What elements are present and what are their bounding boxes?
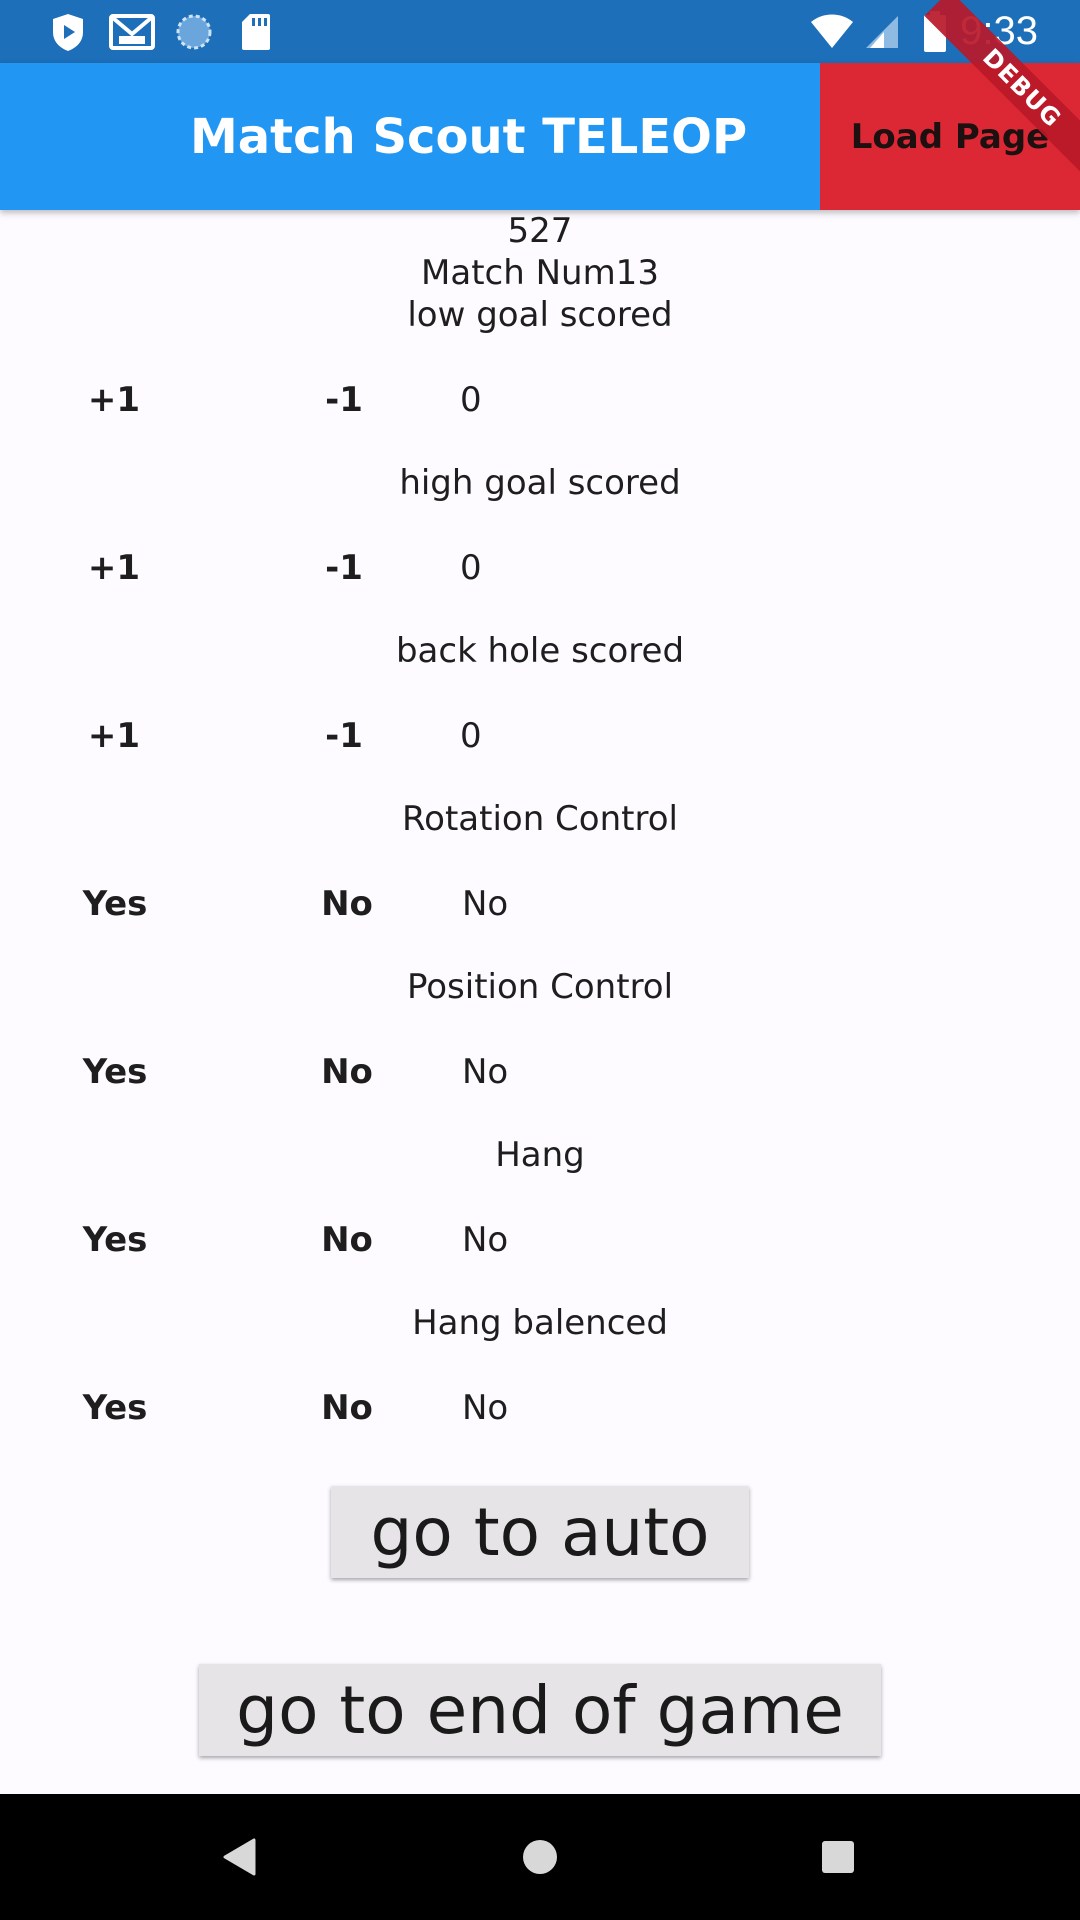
go-to-end-of-game-label: go to end of game bbox=[236, 1671, 844, 1749]
low-goal-value: 0 bbox=[460, 380, 482, 420]
recents-icon[interactable] bbox=[778, 1794, 898, 1920]
hang-no-button[interactable]: No bbox=[312, 1210, 382, 1270]
wifi-icon bbox=[808, 0, 856, 63]
navigation-bar bbox=[0, 1794, 1080, 1920]
hang-balanced-no-button[interactable]: No bbox=[312, 1378, 382, 1438]
counter-row-back-hole: +1 -1 0 bbox=[0, 706, 1080, 766]
high-goal-plus-button[interactable]: +1 bbox=[78, 538, 150, 598]
toggle-label-hang-balanced: Hang balenced bbox=[412, 1303, 668, 1343]
toggle-row-rotation-control: Yes No No bbox=[0, 874, 1080, 934]
counter-label-high-goal: high goal scored bbox=[399, 463, 681, 503]
go-to-auto-label: go to auto bbox=[370, 1493, 710, 1571]
team-number: 527 bbox=[507, 211, 573, 251]
toggle-row-hang-balanced: Yes No No bbox=[0, 1378, 1080, 1438]
back-hole-plus-button[interactable]: +1 bbox=[78, 706, 150, 766]
counter-row-low-goal: +1 -1 0 bbox=[0, 370, 1080, 430]
hang-yes-button[interactable]: Yes bbox=[72, 1210, 158, 1270]
high-goal-minus-button[interactable]: -1 bbox=[308, 538, 380, 598]
hang-value: No bbox=[462, 1220, 509, 1260]
hang-balanced-value: No bbox=[462, 1388, 509, 1428]
position-control-yes-button[interactable]: Yes bbox=[72, 1042, 158, 1102]
low-goal-minus-button[interactable]: -1 bbox=[308, 370, 380, 430]
gmail-icon bbox=[108, 0, 156, 63]
back-hole-minus-button[interactable]: -1 bbox=[308, 706, 380, 766]
position-control-no-button[interactable]: No bbox=[312, 1042, 382, 1102]
position-control-value: No bbox=[462, 1052, 509, 1092]
low-goal-plus-button[interactable]: +1 bbox=[78, 370, 150, 430]
toggle-label-position-control: Position Control bbox=[406, 967, 674, 1007]
load-page-label: Load Page bbox=[850, 116, 1050, 157]
toggle-label-hang: Hang bbox=[495, 1135, 585, 1175]
sd-card-icon bbox=[238, 0, 274, 63]
back-hole-value: 0 bbox=[460, 716, 482, 756]
toggle-row-position-control: Yes No No bbox=[0, 1042, 1080, 1102]
go-to-end-of-game-button[interactable]: go to end of game bbox=[199, 1664, 881, 1756]
signal-icon bbox=[862, 0, 902, 63]
home-icon[interactable] bbox=[480, 1794, 600, 1920]
counter-label-low-goal: low goal scored bbox=[407, 295, 673, 335]
page-title: Match Scout TELEOP ... bbox=[190, 108, 750, 165]
app-bar: Match Scout TELEOP ... Load Page bbox=[0, 63, 1080, 210]
high-goal-value: 0 bbox=[460, 548, 482, 588]
status-bar: 9:33 bbox=[0, 0, 1080, 63]
hang-balanced-yes-button[interactable]: Yes bbox=[72, 1378, 158, 1438]
sync-icon bbox=[174, 0, 214, 63]
toggle-row-hang: Yes No No bbox=[0, 1210, 1080, 1270]
shield-icon bbox=[48, 0, 88, 63]
back-icon[interactable] bbox=[180, 1794, 300, 1920]
rotation-control-no-button[interactable]: No bbox=[312, 874, 382, 934]
counter-label-back-hole: back hole scored bbox=[395, 631, 685, 671]
go-to-auto-button[interactable]: go to auto bbox=[331, 1486, 749, 1578]
match-number: Match Num13 bbox=[421, 253, 659, 293]
toggle-label-rotation-control: Rotation Control bbox=[402, 799, 678, 839]
main-content: 527 Match Num13 low goal scored +1 -1 0 … bbox=[0, 210, 1080, 1794]
rotation-control-value: No bbox=[462, 884, 509, 924]
counter-row-high-goal: +1 -1 0 bbox=[0, 538, 1080, 598]
rotation-control-yes-button[interactable]: Yes bbox=[72, 874, 158, 934]
